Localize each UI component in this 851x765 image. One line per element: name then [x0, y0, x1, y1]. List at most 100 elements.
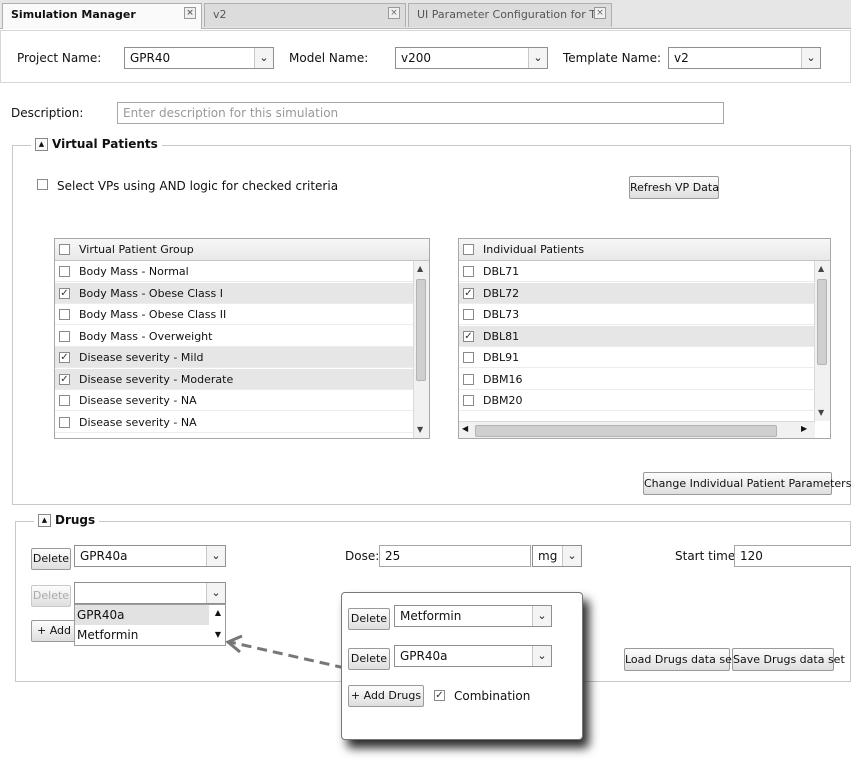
row-checkbox[interactable]: ✓	[59, 352, 70, 363]
table-row[interactable]: ✓ DBL72	[459, 282, 815, 304]
start-time-input[interactable]: 120	[734, 545, 851, 567]
delete-drug-button-disabled[interactable]: Delete	[31, 585, 71, 607]
delete-drug-button[interactable]: Delete	[348, 608, 390, 630]
chevron-down-icon[interactable]: ⌄	[532, 606, 551, 626]
scrollbar-thumb[interactable]	[416, 279, 426, 381]
row-label: Body Mass - Obese Class I	[79, 286, 224, 300]
tab-ui-parameter-configuration[interactable]: UI Parameter Configuration for T... ×	[408, 3, 612, 27]
combination-checkbox[interactable]: ✓	[434, 690, 445, 701]
row-label: DBM16	[483, 372, 523, 386]
chevron-down-icon[interactable]: ⌄	[562, 546, 581, 566]
chevron-down-icon[interactable]: ⌄	[206, 546, 225, 566]
change-individual-patient-parameters-button[interactable]: Change Individual Patient Parameters	[643, 472, 851, 495]
row-label: Body Mass - Normal	[79, 265, 189, 278]
start-time-label: Start time:	[675, 549, 740, 563]
model-name-select[interactable]: v200 ⌄	[395, 47, 548, 69]
add-drugs-button[interactable]: + Add Drugs	[348, 685, 424, 707]
dose-unit-select[interactable]: mg ⌄	[532, 545, 582, 567]
tab-label: UI Parameter Configuration for T...	[417, 8, 606, 21]
row-checkbox[interactable]	[59, 266, 70, 277]
drug-select-gpr40a[interactable]: GPR40a ⌄	[394, 645, 552, 667]
and-logic-checkbox[interactable]	[37, 179, 48, 190]
scrollbar-thumb[interactable]	[817, 279, 827, 365]
tab-simulation-manager[interactable]: Simulation Manager ×	[2, 3, 202, 29]
row-checkbox[interactable]	[463, 309, 474, 320]
scroll-up-icon[interactable]: ▲	[417, 264, 423, 273]
collapse-up-icon[interactable]: ▲	[38, 514, 51, 527]
row-checkbox[interactable]: ✓	[463, 287, 474, 299]
chevron-down-icon[interactable]: ⌄	[206, 583, 225, 603]
scrollbar-thumb[interactable]	[475, 425, 777, 437]
table-row[interactable]: DBL73	[459, 304, 815, 325]
load-drugs-data-set-button[interactable]: Load Drugs data set	[624, 648, 736, 671]
row-checkbox[interactable]: ✓	[59, 287, 70, 299]
template-name-value: v2	[674, 51, 689, 65]
add-drugs-button[interactable]: + Add D	[31, 620, 77, 642]
delete-drug-button[interactable]: Delete	[348, 648, 390, 670]
tab-label: Simulation Manager	[11, 8, 136, 21]
table-row[interactable]: Body Mass - Obese Class II	[55, 304, 414, 325]
chevron-down-icon[interactable]: ⌄	[801, 48, 820, 68]
row-checkbox[interactable]	[59, 309, 70, 320]
description-label: Description:	[11, 106, 84, 120]
table-row[interactable]: ✓ Disease severity - Mild	[55, 347, 414, 368]
row-checkbox[interactable]	[463, 395, 474, 406]
dropdown-option-gpr40a[interactable]: GPR40a	[77, 608, 125, 622]
table-row[interactable]: Body Mass - Overweight	[55, 326, 414, 347]
drug-select[interactable]: GPR40a ⌄	[74, 545, 226, 567]
chevron-down-icon[interactable]: ⌄	[532, 646, 551, 666]
row-checkbox[interactable]: ✓	[59, 373, 70, 385]
table-row[interactable]: Disease severity - NA	[55, 412, 414, 433]
description-input[interactable]: Enter description for this simulation	[117, 102, 724, 124]
row-checkbox[interactable]	[59, 416, 70, 428]
row-checkbox[interactable]	[59, 395, 70, 406]
project-name-label: Project Name:	[17, 51, 102, 65]
table-row[interactable]: DBL71	[459, 261, 815, 282]
scroll-up-icon[interactable]: ▲	[215, 608, 221, 617]
scroll-right-icon[interactable]: ▶	[801, 424, 807, 433]
table-row[interactable]: DBM20	[459, 390, 815, 411]
vertical-scrollbar[interactable]: ▲ ▼	[814, 261, 830, 421]
refresh-vp-data-button[interactable]: Refresh VP Data	[629, 176, 719, 199]
combination-label: Combination	[454, 689, 531, 703]
model-name-label: Model Name:	[289, 51, 369, 65]
table-row[interactable]: Disease severity - NA	[55, 390, 414, 411]
save-drugs-data-set-button[interactable]: Save Drugs data set	[732, 648, 845, 671]
close-icon[interactable]: ×	[184, 7, 196, 19]
table-row[interactable]: ✓ Disease severity - Moderate	[55, 368, 414, 390]
project-name-select[interactable]: GPR40 ⌄	[124, 47, 274, 69]
table-row[interactable]: ✓ DBL81	[459, 325, 815, 347]
dose-input[interactable]: 25	[379, 545, 531, 567]
delete-drug-button[interactable]: Delete	[31, 548, 71, 570]
collapse-up-icon[interactable]: ▲	[35, 138, 48, 151]
close-icon[interactable]: ×	[594, 7, 606, 19]
chevron-down-icon[interactable]: ⌄	[528, 48, 547, 68]
row-checkbox[interactable]	[59, 330, 70, 342]
drug-select-empty[interactable]: ⌄	[74, 582, 226, 604]
row-label: DBL72	[483, 286, 520, 300]
row-checkbox[interactable]	[463, 373, 474, 385]
scroll-left-icon[interactable]: ◀	[462, 424, 468, 433]
row-checkbox[interactable]	[463, 266, 474, 277]
chevron-down-icon[interactable]: ⌄	[254, 48, 273, 68]
tab-v2[interactable]: v2 ×	[204, 3, 406, 27]
table-row[interactable]: DBL91	[459, 347, 815, 368]
drug-select-metformin[interactable]: Metformin ⌄	[394, 605, 552, 627]
row-checkbox[interactable]: ✓	[463, 330, 474, 342]
close-icon[interactable]: ×	[388, 7, 400, 19]
row-checkbox[interactable]	[463, 352, 474, 363]
select-all-checkbox[interactable]	[463, 244, 474, 255]
scroll-down-icon[interactable]: ▼	[417, 425, 423, 434]
select-all-checkbox[interactable]	[59, 244, 70, 255]
table-row[interactable]: ✓ Body Mass - Obese Class I	[55, 282, 414, 304]
row-label: DBL73	[483, 308, 520, 321]
table-row[interactable]: Body Mass - Normal	[55, 261, 414, 282]
table-row[interactable]: DBM16	[459, 369, 815, 390]
virtual-patients-title: Virtual Patients	[52, 137, 158, 151]
horizontal-scrollbar[interactable]: ◀ ▶	[459, 421, 815, 438]
vertical-scrollbar[interactable]: ▲ ▼	[413, 261, 429, 438]
dropdown-option-metformin[interactable]: Metformin	[77, 628, 138, 642]
template-name-select[interactable]: v2 ⌄	[668, 47, 821, 69]
scroll-down-icon[interactable]: ▼	[818, 408, 824, 417]
scroll-up-icon[interactable]: ▲	[818, 264, 824, 273]
